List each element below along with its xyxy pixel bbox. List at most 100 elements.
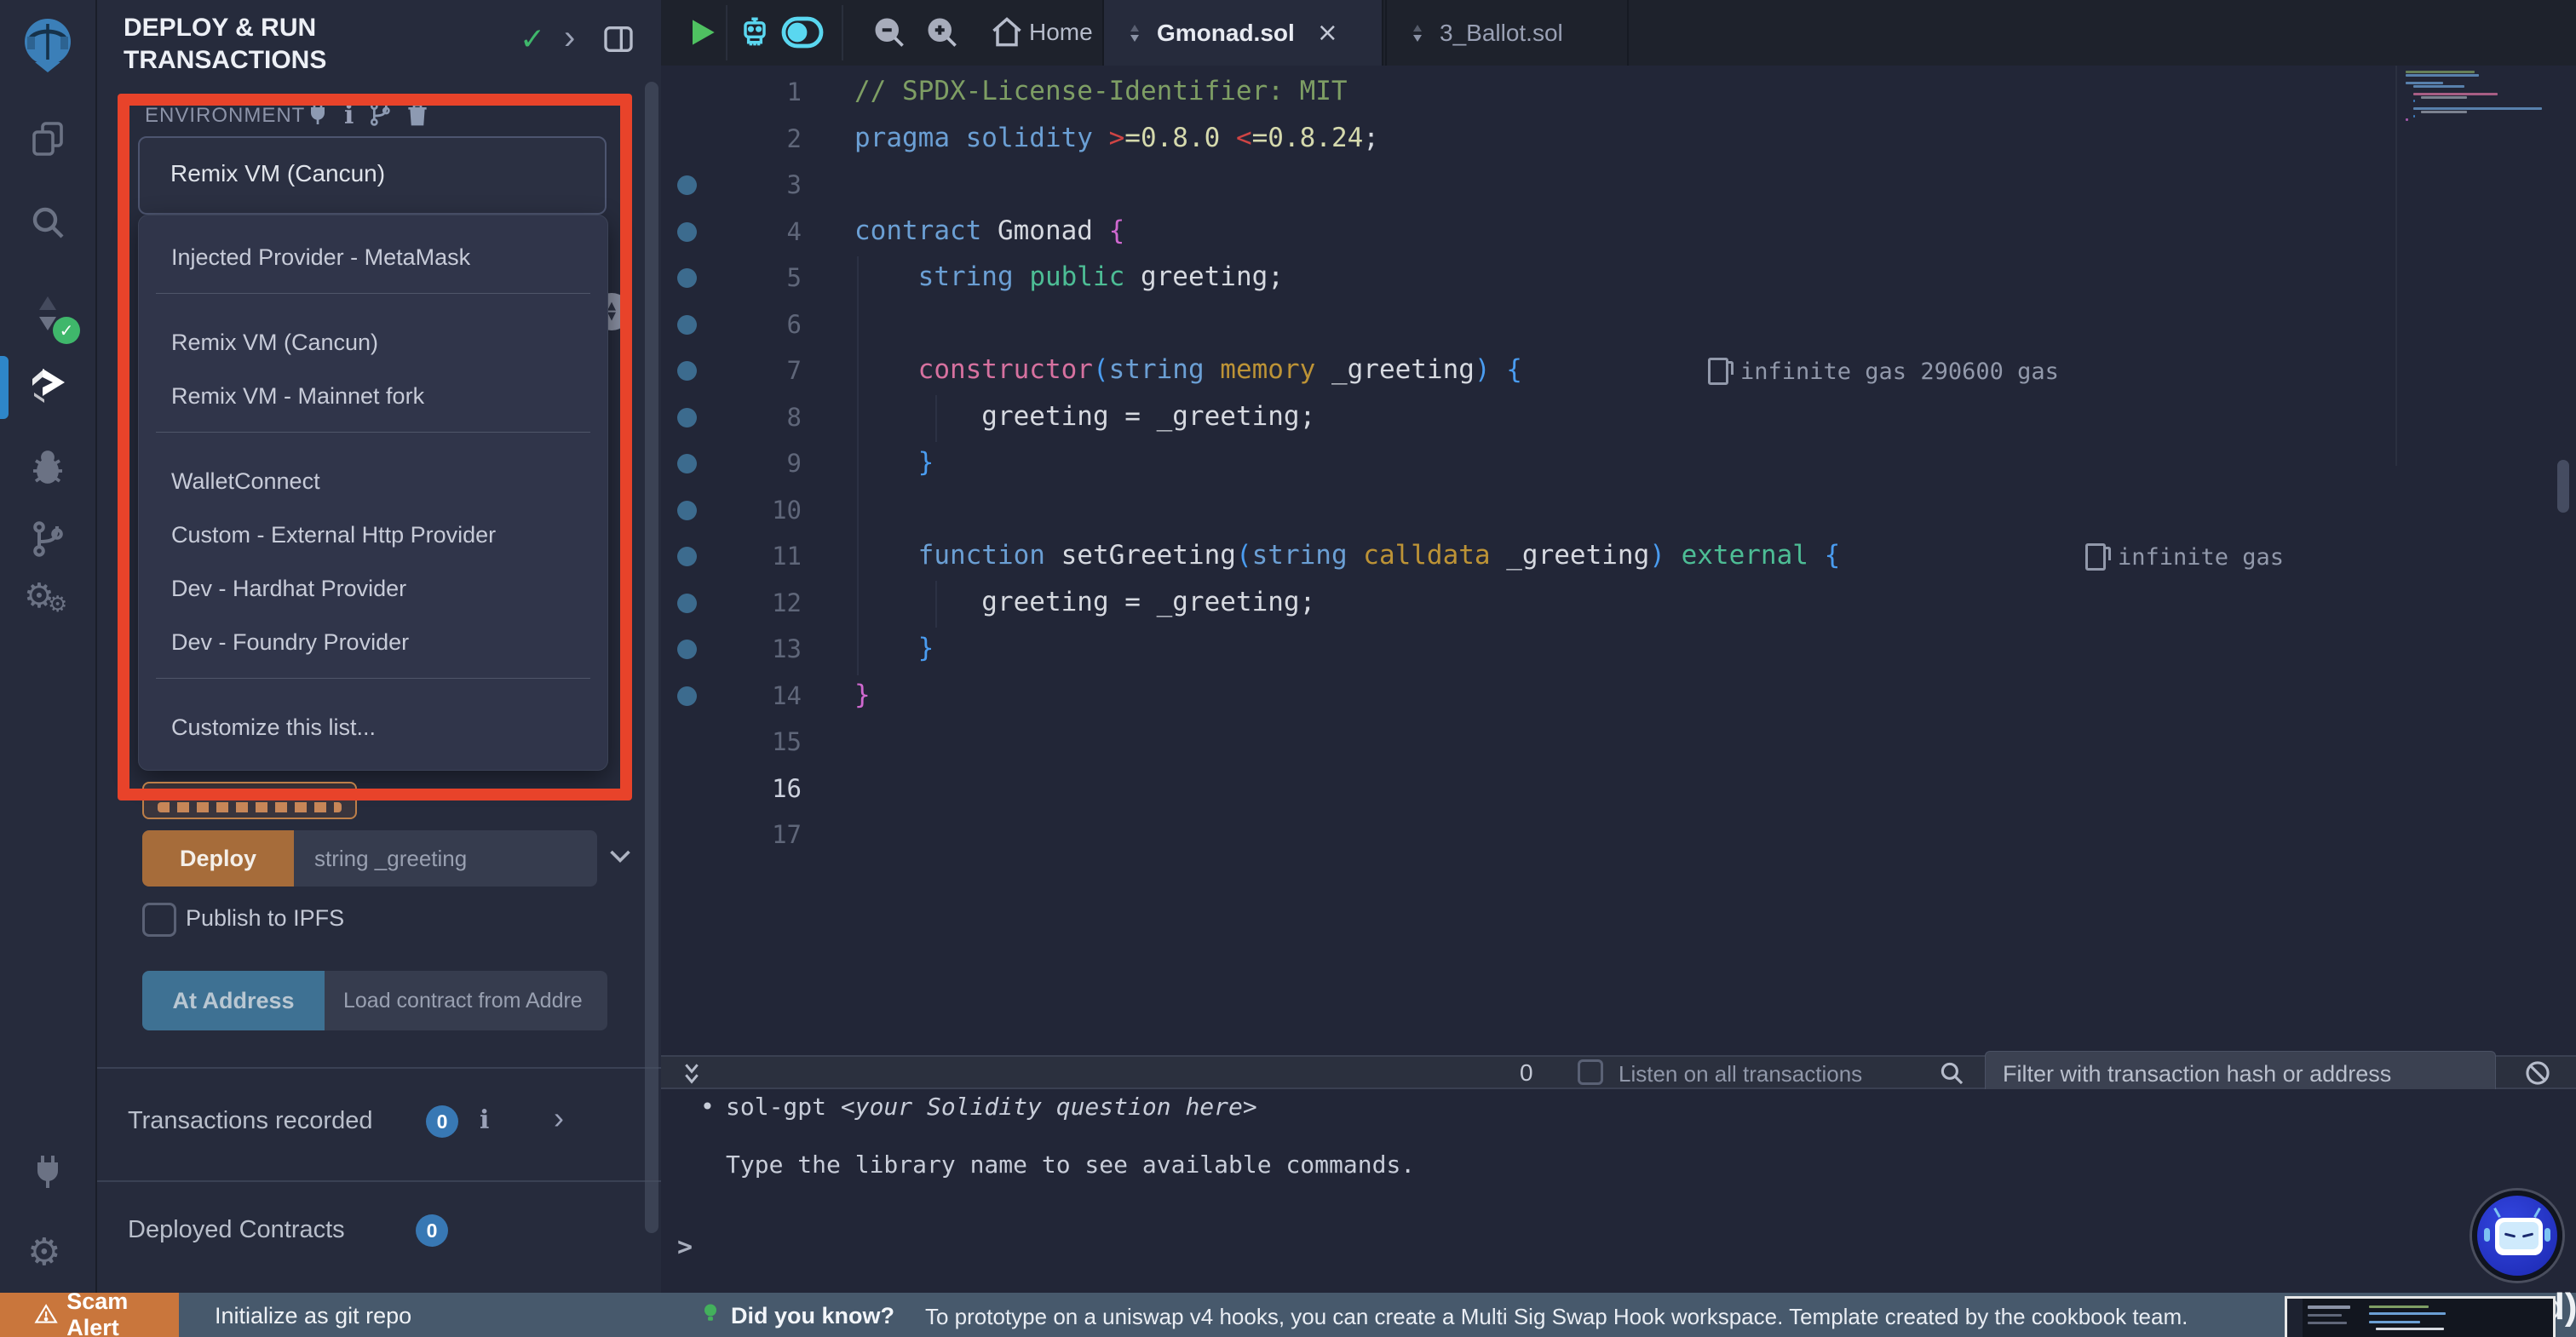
constructor-arg-input[interactable] bbox=[294, 830, 597, 887]
line-number: 12 bbox=[772, 588, 802, 617]
tab-gmonad[interactable]: Gmonad.sol × bbox=[1102, 0, 1383, 66]
gutter-dot-icon[interactable] bbox=[677, 454, 697, 473]
divider bbox=[842, 5, 843, 60]
transactions-recorded-label: Transactions recorded bbox=[128, 1107, 373, 1134]
transactions-info-icon[interactable]: i bbox=[480, 1105, 489, 1135]
compiler-success-badge: ✓ bbox=[53, 317, 80, 344]
code-line[interactable]: 2 pragma solidity >=0.8.0 <=0.8.24; bbox=[661, 116, 2576, 163]
ai-copilot-toggle-icon[interactable] bbox=[780, 15, 825, 49]
git-icon[interactable] bbox=[27, 519, 68, 559]
tab-label: 3_Ballot.sol bbox=[1440, 19, 1563, 46]
init-git-repo-label[interactable]: Initialize as git repo bbox=[215, 1303, 411, 1329]
settings-gear-icon[interactable]: ⚙ bbox=[27, 1231, 60, 1274]
panel-chevron-icon[interactable]: › bbox=[564, 19, 575, 57]
run-script-play-icon[interactable] bbox=[683, 14, 721, 51]
zoom-out-icon[interactable] bbox=[871, 14, 908, 51]
gutter-dot-icon[interactable] bbox=[677, 686, 697, 706]
code-text: function setGreeting(string calldata _gr… bbox=[917, 540, 1841, 571]
panel-scrollbar[interactable] bbox=[645, 82, 658, 1233]
tip-text: To prototype on a uniswap v4 hooks, you … bbox=[925, 1304, 2188, 1329]
picture-in-picture-preview[interactable] bbox=[2285, 1296, 2556, 1337]
clipped-chip-text-fragment bbox=[158, 802, 342, 812]
remix-ai-robot-icon[interactable] bbox=[736, 12, 773, 53]
code-line[interactable]: 12 greeting = _greeting; bbox=[661, 580, 2576, 627]
plugin-manager-icon[interactable] bbox=[27, 1152, 68, 1193]
gutter-dot-icon[interactable] bbox=[677, 407, 697, 427]
code-line[interactable]: 13 } bbox=[661, 626, 2576, 673]
zoom-in-icon[interactable] bbox=[923, 14, 961, 51]
minimap-line bbox=[2406, 81, 2444, 84]
at-address-input[interactable] bbox=[325, 971, 607, 1030]
deploy-button[interactable]: Deploy bbox=[142, 830, 294, 887]
home-icon[interactable] bbox=[988, 14, 1026, 51]
gutter-dot-icon[interactable] bbox=[677, 314, 697, 335]
close-tab-icon[interactable]: × bbox=[1317, 18, 1338, 48]
remix-logo-icon[interactable] bbox=[17, 14, 78, 75]
transactions-expand-chevron[interactable]: › bbox=[554, 1100, 564, 1136]
file-explorer-icon[interactable] bbox=[27, 118, 68, 159]
code-line[interactable]: 11 function setGreeting(string calldata … bbox=[661, 533, 2576, 580]
code-text: greeting = _greeting; bbox=[854, 586, 1316, 617]
expand-args-chevron-icon[interactable] bbox=[605, 841, 635, 872]
divider bbox=[726, 5, 727, 60]
code-line[interactable]: 5 string public greeting; bbox=[661, 255, 2576, 301]
code-line[interactable]: 17 bbox=[661, 812, 2576, 858]
debugger-icon[interactable] bbox=[27, 445, 68, 486]
minimap[interactable] bbox=[2395, 66, 2552, 466]
code-line[interactable]: 4 contract Gmonad { bbox=[661, 209, 2576, 255]
gutter-dot-icon[interactable] bbox=[677, 547, 697, 566]
line-number: 10 bbox=[772, 495, 802, 525]
code-line[interactable]: 15 bbox=[661, 719, 2576, 766]
code-line[interactable]: 9 } bbox=[661, 440, 2576, 487]
code-line[interactable]: 16 bbox=[661, 766, 2576, 812]
minimap-line bbox=[2420, 111, 2468, 114]
minimap-line bbox=[2412, 100, 2416, 103]
gas-estimate-annotation: infinite gas bbox=[2085, 543, 2284, 571]
code-text: constructor(string memory _greeting) { bbox=[917, 354, 1522, 385]
code-line[interactable]: 8 greeting = _greeting; bbox=[661, 394, 2576, 441]
terminal-search-icon[interactable] bbox=[1937, 1059, 1966, 1087]
gas-estimate-annotation: infinite gas 290600 gas bbox=[1708, 358, 2059, 385]
tab-ballot[interactable]: 3_Ballot.sol bbox=[1385, 0, 1629, 66]
minimap-line bbox=[2406, 74, 2479, 77]
code-line[interactable]: 3 bbox=[661, 162, 2576, 209]
bullet: • bbox=[700, 1093, 715, 1121]
remix-ai-assistant-avatar[interactable] bbox=[2472, 1191, 2562, 1281]
scam-alert-button[interactable]: Scam Alert bbox=[0, 1288, 179, 1337]
line-number: 16 bbox=[772, 773, 802, 803]
gutter-dot-icon[interactable] bbox=[677, 593, 697, 613]
line-number: 17 bbox=[772, 820, 802, 849]
home-tab-label[interactable]: Home bbox=[1029, 19, 1093, 46]
scam-alert-label: Scam Alert bbox=[66, 1288, 129, 1337]
terminal-prompt[interactable]: > bbox=[677, 1232, 693, 1262]
line-number: 7 bbox=[786, 356, 802, 385]
gutter-dot-icon[interactable] bbox=[677, 175, 697, 195]
code-line[interactable]: 6 bbox=[661, 301, 2576, 348]
collapse-terminal-icon[interactable] bbox=[678, 1060, 705, 1087]
at-address-button[interactable]: At Address bbox=[142, 971, 325, 1030]
code-text: } bbox=[854, 633, 934, 663]
gutter-dot-icon[interactable] bbox=[677, 221, 697, 242]
gutter-dot-icon[interactable] bbox=[677, 268, 697, 288]
clear-console-ban-icon[interactable] bbox=[2523, 1059, 2552, 1087]
code-line[interactable]: 1 // SPDX-License-Identifier: MIT bbox=[661, 69, 2576, 116]
publish-ipfs-checkbox[interactable] bbox=[142, 903, 176, 937]
code-line[interactable]: 14} bbox=[661, 673, 2576, 720]
deploy-run-icon[interactable] bbox=[27, 365, 68, 406]
terminal-output[interactable]: • sol-gpt <your Solidity question here> … bbox=[661, 1089, 2576, 1293]
solidity-unit-testing-icon[interactable]: ⚙ ⚙ bbox=[24, 577, 72, 626]
code-line[interactable]: 10 bbox=[661, 487, 2576, 534]
code-line[interactable]: 7 constructor(string memory _greeting) {… bbox=[661, 347, 2576, 394]
code-text: } bbox=[854, 679, 871, 710]
gutter-dot-icon[interactable] bbox=[677, 361, 697, 381]
gutter-dot-icon[interactable] bbox=[677, 640, 697, 659]
gutter-dot-icon[interactable] bbox=[677, 500, 697, 520]
terminal-hint: Type the library name to see available c… bbox=[726, 1151, 1416, 1179]
minimap-line bbox=[2412, 85, 2464, 89]
highlight-rectangle bbox=[118, 94, 632, 800]
editor-scrollbar[interactable] bbox=[2557, 460, 2569, 513]
code-editor[interactable]: 1 // SPDX-License-Identifier: MIT 2 pragma … bbox=[661, 66, 2576, 1055]
search-icon[interactable] bbox=[27, 202, 68, 243]
split-panel-icon[interactable] bbox=[601, 22, 635, 56]
listen-transactions-checkbox[interactable] bbox=[1578, 1059, 1603, 1085]
